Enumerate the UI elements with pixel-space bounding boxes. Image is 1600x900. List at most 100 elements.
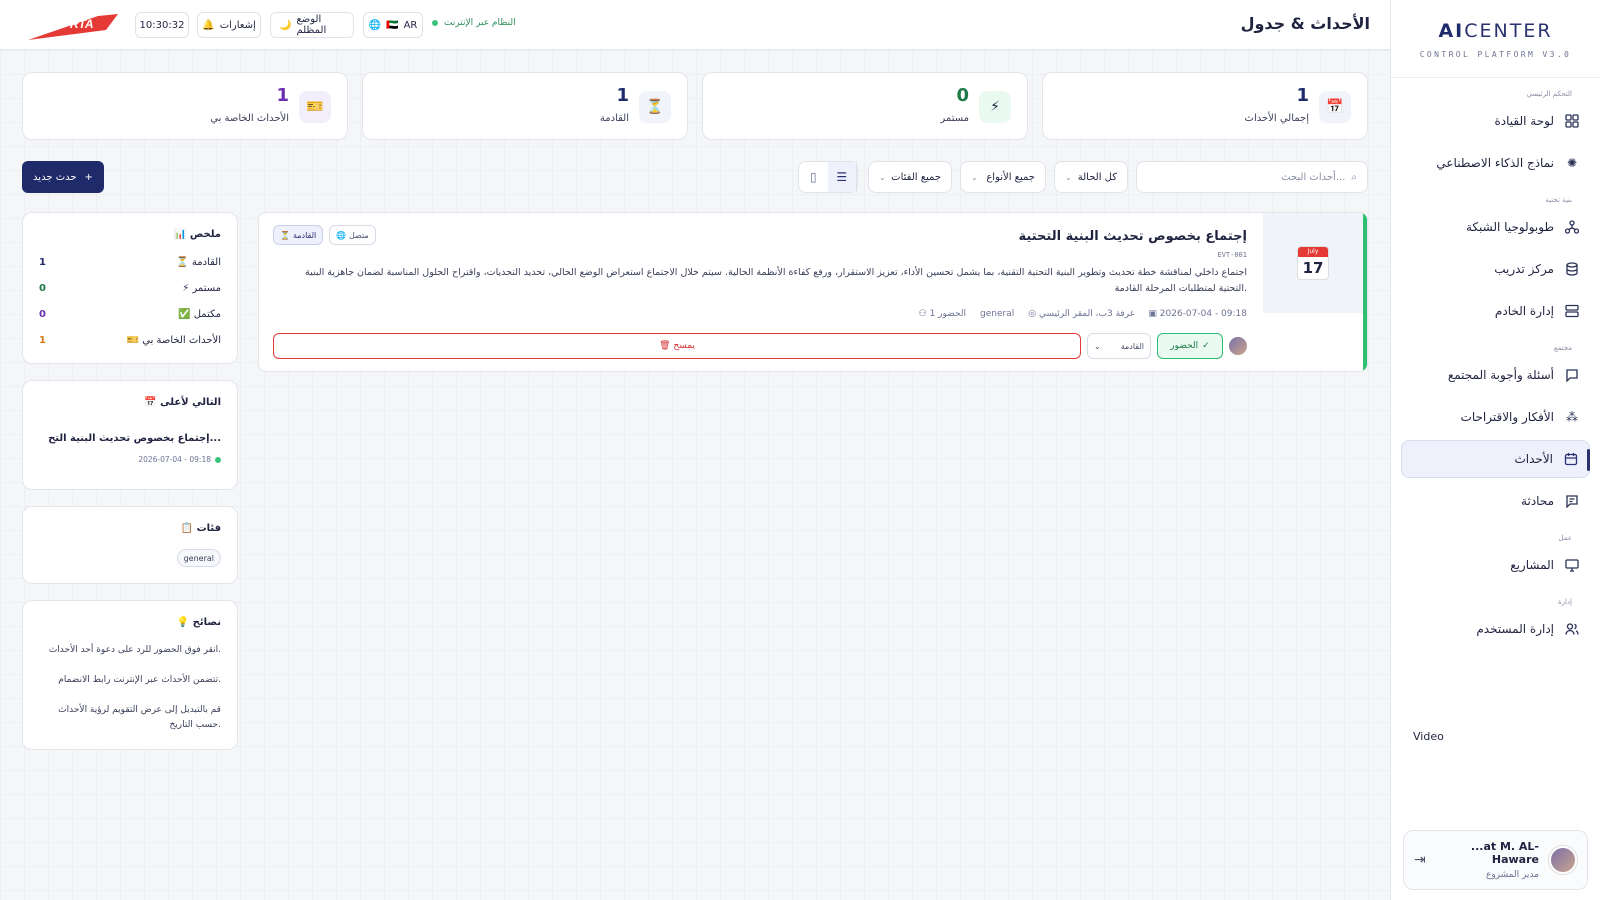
delete-button[interactable]: 🗑 يمسح bbox=[273, 333, 1081, 359]
status-dot-icon bbox=[432, 20, 438, 26]
stat-label: القادمة bbox=[599, 113, 629, 124]
new-event-label: حدث جديد bbox=[33, 171, 77, 183]
sidebar-item-user-management[interactable]: إدارة المستخدم bbox=[1401, 610, 1590, 648]
summary-row-completed: ✅ مكتمل 0 bbox=[39, 309, 221, 320]
category-chip[interactable]: general bbox=[176, 549, 221, 567]
stat-value: 1 bbox=[276, 85, 289, 106]
tip-item: انقر فوق الحضور للرد على دعوة أحد الأحدا… bbox=[48, 645, 221, 655]
user-name: ...at M. AL-Haware bbox=[1470, 840, 1539, 866]
sidebar-item-chat[interactable]: محادثة bbox=[1401, 482, 1590, 520]
notifications-button[interactable]: 🔔 إشعارات bbox=[197, 12, 261, 38]
new-event-button[interactable]: حدث جديد + bbox=[22, 161, 104, 193]
tip-item: قم بالتبديل إلى عرض التقويم لرؤية الأحدا… bbox=[58, 705, 221, 730]
video-label: Video bbox=[1413, 730, 1444, 743]
clock-text: 10:30:32 bbox=[139, 19, 185, 31]
sidebar-item-label: مركز تدريب bbox=[1494, 262, 1554, 276]
stat-value: 1 bbox=[1296, 85, 1309, 106]
attend-label: الحضور bbox=[1170, 341, 1199, 351]
event-title[interactable]: إجتماع بخصوص تحديث البنية التحتية bbox=[1019, 229, 1247, 244]
nav-section-admin: إدارة bbox=[1557, 598, 1572, 606]
online-tag: 🌐 متصل bbox=[329, 225, 376, 245]
language-switcher[interactable]: 🌐 🇦🇪 AR bbox=[363, 12, 423, 38]
event-actions: الحضور ✓ القادمة ⌄ 🗑 يمسح bbox=[273, 333, 1247, 359]
tips-title: 💡 نصائح bbox=[176, 617, 221, 628]
system-status: النظام عبر الإنترنت bbox=[432, 18, 516, 28]
stat-label: مستمر bbox=[940, 113, 969, 124]
sidebar-item-projects[interactable]: المشاريع bbox=[1401, 546, 1590, 584]
event-category: general bbox=[980, 309, 1015, 319]
sidebar-item-ideas[interactable]: ⁂ الأفكار والاقتراحات bbox=[1401, 398, 1590, 436]
user-role: مدير المشروع bbox=[1485, 870, 1539, 880]
summary-row-ongoing: ⚡ مستمر 0 bbox=[39, 283, 221, 294]
summary-value: 1 bbox=[39, 335, 46, 346]
sidebar-item-training-center[interactable]: مركز تدريب bbox=[1401, 250, 1590, 288]
stat-card-upcoming: ⏳ 1 القادمة bbox=[362, 72, 688, 140]
list-view-button[interactable]: ☰ bbox=[827, 162, 857, 192]
categories-panel: 📋 فئات general bbox=[22, 506, 238, 584]
status-tag-label: القادمة bbox=[292, 230, 317, 240]
lightning-icon: ⚡ bbox=[979, 91, 1011, 123]
brand: AICENTER CONTROL PLATFORM V3.0 bbox=[1391, 0, 1600, 78]
chat-icon bbox=[1564, 493, 1580, 509]
nav-section-work: عمل bbox=[1558, 534, 1572, 542]
category-filter-select[interactable]: جميع الفئات ⌄ bbox=[868, 161, 952, 193]
stat-card-total-events: 📅 1 إجمالي الأحداث bbox=[1042, 72, 1368, 140]
calendar-icon bbox=[1563, 451, 1579, 467]
type-filter-value: جميع الأنواع bbox=[986, 171, 1035, 183]
sidebar-item-label: الأحداث bbox=[1514, 452, 1553, 466]
sidebar-item-label: إدارة المستخدم bbox=[1476, 622, 1554, 636]
user-card[interactable]: ...at M. AL-Haware مدير المشروع ⇥ bbox=[1403, 830, 1588, 890]
dark-mode-toggle[interactable]: 🌙 الوضع المظلم bbox=[270, 12, 354, 38]
sidebar-item-server-management[interactable]: إدارة الخادم bbox=[1401, 292, 1590, 330]
summary-label: ✅ مكتمل bbox=[178, 309, 221, 320]
nav-section-network: بنية تحتية bbox=[1545, 196, 1572, 204]
page-title: الأحداث & جدول bbox=[1240, 14, 1370, 33]
status-filter-value: كل الحالة bbox=[1077, 171, 1117, 183]
calendar-date-icon: July 17 bbox=[1297, 246, 1329, 280]
sidebar: AICENTER CONTROL PLATFORM V3.0 التحكم ال… bbox=[1390, 0, 1600, 900]
summary-panel: 📊 ملخص ⏳ القادمة 1 ⚡ مستمر 0 ✅ مكتمل 0 🎫… bbox=[22, 212, 238, 364]
event-card[interactable]: July 17 إجتماع بخصوص تحديث البنية التحتي… bbox=[258, 212, 1368, 372]
nav-section-community: مجتمع bbox=[1553, 344, 1572, 352]
attendee-avatar bbox=[1229, 337, 1247, 355]
bell-icon: 🔔 bbox=[202, 19, 215, 31]
next-event-title[interactable]: إجتماع بخصوص تحديث البنية التح... bbox=[48, 433, 221, 444]
status-dot-icon bbox=[215, 456, 221, 463]
logout-icon[interactable]: ⇥ bbox=[1414, 852, 1426, 868]
sidebar-item-events[interactable]: الأحداث bbox=[1401, 440, 1590, 478]
network-icon bbox=[1564, 219, 1580, 235]
sidebar-item-network-topology[interactable]: طوبولوجيا الشبكة bbox=[1401, 208, 1590, 246]
type-filter-select[interactable]: جميع الأنواع ⌄ bbox=[960, 161, 1046, 193]
plus-icon: + bbox=[84, 171, 93, 183]
tips-panel: 💡 نصائح انقر فوق الحضور للرد على دعوة أح… bbox=[22, 600, 238, 750]
top-header: RTA 10:30:32 🔔 إشعارات 🌙 الوضع المظلم 🌐 … bbox=[0, 0, 1390, 50]
calendar-view-button[interactable]: ▯ bbox=[799, 162, 828, 192]
users-icon bbox=[1564, 621, 1580, 637]
chevron-down-icon: ⌄ bbox=[879, 172, 886, 182]
dark-mode-label: الوضع المظلم bbox=[296, 14, 327, 36]
search-input[interactable]: ⌕ أحداث البحث... bbox=[1136, 161, 1368, 193]
sidebar-item-community-qa[interactable]: أسئلة وأجوبة المجتمع bbox=[1401, 356, 1590, 394]
event-status-select[interactable]: القادمة ⌄ bbox=[1087, 333, 1151, 359]
user-info: ...at M. AL-Haware مدير المشروع bbox=[1436, 840, 1539, 880]
sidebar-item-ai-models[interactable]: ✺ نماذج الذكاء الاصطناعي bbox=[1401, 144, 1590, 182]
nav-section-main: التحكم الرئيسي bbox=[1526, 90, 1572, 98]
svg-text:RTA: RTA bbox=[70, 17, 94, 31]
sidebar-item-label: إدارة الخادم bbox=[1494, 304, 1554, 318]
attend-button[interactable]: الحضور ✓ bbox=[1157, 333, 1223, 359]
server-icon bbox=[1564, 303, 1580, 319]
event-description: اجتماع داخلي لمناقشة خطة تحديث وتطوير ال… bbox=[305, 267, 1247, 294]
event-date-panel: July 17 bbox=[1263, 213, 1363, 313]
summary-row-upcoming: ⏳ القادمة 1 bbox=[39, 257, 221, 268]
search-placeholder: أحداث البحث... bbox=[1281, 171, 1346, 183]
sidebar-item-dashboard[interactable]: لوحة القيادة bbox=[1401, 102, 1590, 140]
status-filter-select[interactable]: كل الحالة ⌄ bbox=[1054, 161, 1128, 193]
check-icon: ✓ bbox=[1202, 341, 1210, 351]
category-filter-value: جميع الفئات bbox=[891, 171, 941, 183]
sidebar-item-label: نماذج الذكاء الاصطناعي bbox=[1436, 156, 1554, 170]
calendar-month: July bbox=[1298, 247, 1328, 257]
next-up-title: 📅 التالي لأعلى bbox=[144, 397, 221, 408]
person-icon: ⚇ bbox=[918, 309, 930, 319]
summary-label: 🎫 الأحداث الخاصة بي bbox=[126, 335, 221, 346]
brand-subtitle: CONTROL PLATFORM V3.0 bbox=[1419, 50, 1572, 59]
